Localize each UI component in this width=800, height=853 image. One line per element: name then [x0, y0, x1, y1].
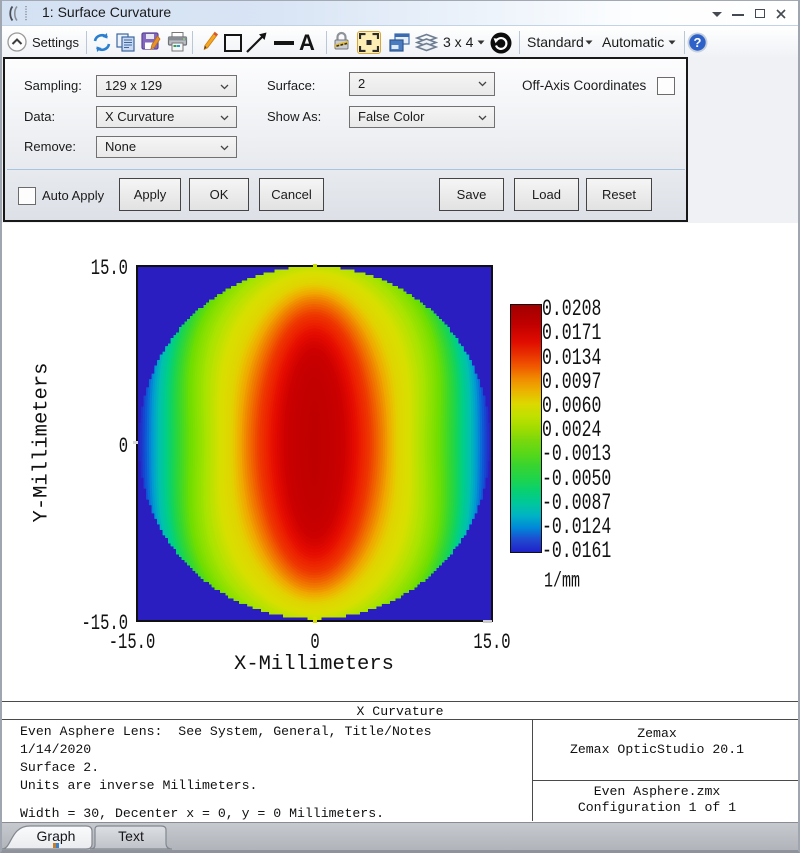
svg-text:?: ? — [694, 35, 702, 50]
